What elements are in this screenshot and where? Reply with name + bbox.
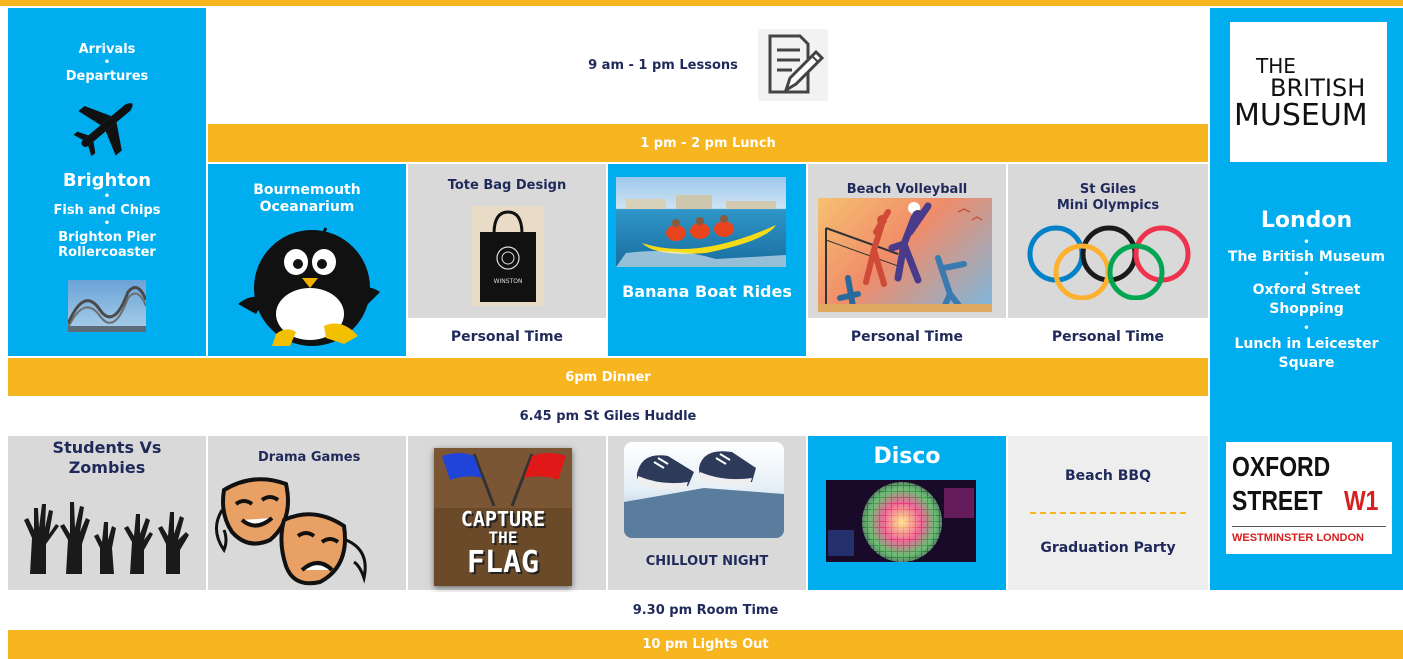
top-strip bbox=[0, 0, 1403, 6]
lunch-bar: 1 pm - 2 pm Lunch bbox=[208, 124, 1208, 162]
mini-olympics-title: St Giles Mini Olympics bbox=[1056, 182, 1160, 213]
disco-ball-photo bbox=[826, 480, 976, 562]
bbq-graduation-cell: Beach BBQ Graduation Party bbox=[1008, 436, 1208, 590]
dashed-divider bbox=[1030, 512, 1186, 514]
sign-westminster: WESTMINSTER LONDON bbox=[1232, 532, 1364, 544]
drama-masks-icon bbox=[214, 470, 374, 588]
tote-bag-title: Tote Bag Design bbox=[447, 178, 567, 193]
lunch-label: 1 pm - 2 pm Lunch bbox=[640, 135, 776, 151]
museum-museum: MUSEUM bbox=[1234, 98, 1368, 133]
arrivals-label: Arrivals bbox=[78, 42, 136, 57]
airplane-icon bbox=[72, 94, 142, 157]
lessons-label: 9 am - 1 pm Lessons bbox=[588, 57, 738, 73]
huddle-row: 6.45 pm St Giles Huddle bbox=[8, 398, 1208, 434]
london-title: London bbox=[1260, 208, 1353, 233]
museum-british: BRITISH bbox=[1270, 74, 1366, 102]
bullet: • bbox=[103, 57, 111, 68]
graduation-party-title: Graduation Party bbox=[1040, 540, 1176, 556]
banana-boat-title: Banana Boat Rides bbox=[622, 282, 792, 301]
personal-time-label: Personal Time bbox=[850, 329, 964, 345]
bournemouth-title: Bournemouth Oceanarium bbox=[253, 182, 361, 215]
tote-bag-photo: WINSTON bbox=[472, 206, 544, 306]
british-museum-logo: THE BRITISH MUSEUM bbox=[1230, 22, 1387, 162]
brighton-panel: Arrivals • Departures Brighton • Fish an… bbox=[8, 8, 206, 356]
ctf-line-2: THE bbox=[488, 528, 518, 547]
disco-cell: Disco bbox=[808, 436, 1006, 590]
drama-games-cell: Drama Games bbox=[208, 436, 406, 590]
rollercoaster-photo bbox=[68, 280, 146, 332]
lights-out-bar: 10 pm Lights Out bbox=[8, 630, 1403, 659]
mini-olympics-cell: St Giles Mini Olympics bbox=[1008, 164, 1208, 318]
notepad-pencil-icon bbox=[757, 29, 828, 101]
london-panel: THE BRITISH MUSEUM London • The British … bbox=[1210, 8, 1403, 590]
room-time-label: 9.30 pm Room Time bbox=[632, 602, 779, 618]
banana-boat-cell: Banana Boat Rides bbox=[608, 164, 806, 356]
ctf-line-1: CAPTURE bbox=[460, 507, 546, 531]
banana-boat-photo bbox=[616, 177, 786, 267]
penguin-icon bbox=[234, 222, 384, 352]
bullet: • bbox=[103, 218, 111, 229]
tote-bag-print: WINSTON bbox=[493, 278, 523, 285]
zombies-cell: Students Vs Zombies bbox=[8, 436, 206, 590]
british-museum-item: The British Museum bbox=[1227, 249, 1386, 265]
oxford-street-item: Oxford Street Shopping bbox=[1252, 282, 1361, 317]
capture-the-flag-logo: CAPTURE THE FLAG bbox=[434, 448, 572, 586]
personal-time-cell-1: Personal Time bbox=[408, 318, 606, 356]
dinner-bar: 6pm Dinner bbox=[8, 358, 1208, 396]
beach-volleyball-cell: Beach Volleyball bbox=[808, 164, 1006, 318]
beach-volleyball-photo bbox=[818, 198, 992, 312]
tote-bag-cell: Tote Bag Design WINSTON bbox=[408, 164, 606, 318]
sneakers-photo bbox=[624, 442, 784, 538]
bullet: • bbox=[1303, 323, 1310, 334]
disco-title: Disco bbox=[873, 444, 941, 469]
bullet: • bbox=[103, 191, 111, 202]
oxford-street-sign: OXFORD STREET W1 WESTMINSTER LONDON bbox=[1226, 442, 1392, 554]
bullet: • bbox=[1303, 269, 1310, 280]
zombie-hands-icon bbox=[16, 498, 198, 574]
departures-label: Departures bbox=[65, 69, 149, 84]
fish-and-chips-label: Fish and Chips bbox=[53, 203, 161, 218]
personal-time-label: Personal Time bbox=[450, 329, 564, 345]
personal-time-cell-3: Personal Time bbox=[1008, 318, 1208, 356]
ctf-line-3: FLAG bbox=[466, 545, 540, 580]
bournemouth-cell: Bournemouth Oceanarium bbox=[208, 164, 406, 356]
leicester-square-item: Lunch in Leicester Square bbox=[1234, 336, 1379, 371]
sign-divider bbox=[1232, 526, 1386, 527]
bullet: • bbox=[1303, 237, 1310, 248]
huddle-label: 6.45 pm St Giles Huddle bbox=[519, 408, 697, 424]
beach-bbq-title: Beach BBQ bbox=[1065, 468, 1151, 484]
lessons-row: 9 am - 1 pm Lessons bbox=[208, 8, 1208, 122]
personal-time-cell-2: Personal Time bbox=[808, 318, 1006, 356]
room-time-row: 9.30 pm Room Time bbox=[8, 592, 1403, 628]
sign-street: STREET bbox=[1232, 485, 1323, 516]
pier-rollercoaster-label: Brighton Pier Rollercoaster bbox=[58, 230, 156, 260]
lights-out-label: 10 pm Lights Out bbox=[642, 637, 769, 652]
dinner-label: 6pm Dinner bbox=[565, 369, 651, 385]
brighton-title: Brighton bbox=[62, 170, 152, 191]
zombies-title: Students Vs Zombies bbox=[52, 438, 162, 477]
museum-the: THE bbox=[1256, 54, 1296, 78]
beach-volleyball-title: Beach Volleyball bbox=[846, 182, 968, 197]
chillout-cell: CHILLOUT NIGHT bbox=[608, 436, 806, 590]
olympic-rings-icon bbox=[1026, 224, 1192, 301]
chillout-title: CHILLOUT NIGHT bbox=[645, 554, 769, 569]
sign-oxford: OXFORD bbox=[1232, 451, 1331, 482]
sign-w1: W1 bbox=[1344, 485, 1379, 516]
personal-time-label: Personal Time bbox=[1051, 329, 1165, 345]
capture-the-flag-cell: CAPTURE THE FLAG bbox=[408, 436, 606, 590]
drama-games-title: Drama Games bbox=[258, 450, 361, 465]
